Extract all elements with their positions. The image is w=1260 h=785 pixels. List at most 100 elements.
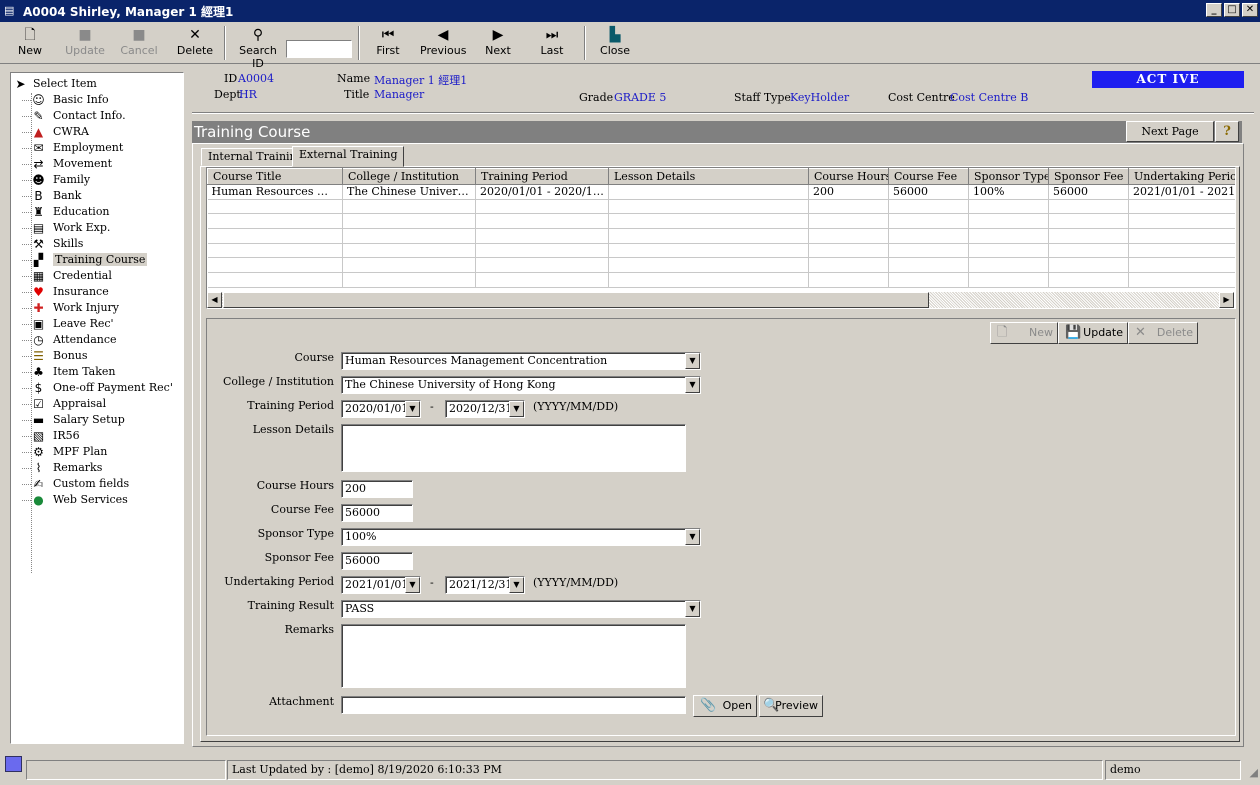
tree-item-insurance[interactable]: ♥ Insurance (11, 284, 183, 300)
next-page-button[interactable]: Next Page (1126, 121, 1214, 142)
tree-item-one-off-payment-rec[interactable]: $ One-off Payment Rec' (11, 380, 183, 396)
table-cell (475, 243, 609, 259)
chevron-down-icon[interactable]: ▼ (405, 401, 420, 417)
tree-item-salary-setup[interactable]: ▬ Salary Setup (11, 412, 183, 428)
tree-item-item-taken[interactable]: ♣ Item Taken (11, 364, 183, 380)
column-header[interactable]: Sponsor Fee (1048, 168, 1129, 185)
tree-item-credential[interactable]: ▦ Credential (11, 268, 183, 284)
cost-centre-label: Cost Centre (888, 91, 955, 104)
remarks-textarea[interactable] (341, 624, 686, 688)
training-from-date[interactable]: 2020/01/01 ▼ (341, 400, 421, 418)
search-id-button[interactable]: ⚲ Search ID (232, 26, 284, 70)
grid-horizontal-scrollbar[interactable]: ◀ ▶ (207, 292, 1234, 308)
chevron-down-icon[interactable]: ▼ (685, 601, 700, 617)
tree-item-family[interactable]: ☻ Family (11, 172, 183, 188)
tree-item-skills[interactable]: ⚒ Skills (11, 236, 183, 252)
tree-item-work-injury[interactable]: ✚ Work Injury (11, 300, 183, 316)
tree-root[interactable]: ➤ Select Item (11, 76, 183, 92)
sponsor-type-label: Sponsor Type (257, 527, 334, 540)
tree-item-remarks[interactable]: ⌇ Remarks (11, 460, 183, 476)
column-header[interactable]: Undertaking Period (1128, 168, 1235, 185)
column-header[interactable]: College / Institution (342, 168, 476, 185)
close-window-button[interactable]: ✕ (1242, 3, 1258, 17)
id-value: A0004 (238, 72, 274, 85)
sponsor-fee-input[interactable]: 56000 (341, 552, 413, 570)
course-fee-input[interactable]: 56000 (341, 504, 413, 522)
search-id-input[interactable] (286, 40, 352, 58)
column-header[interactable]: Course Title (207, 168, 343, 185)
tree-item-employment[interactable]: ✉ Employment (11, 140, 183, 156)
attachment-input[interactable] (341, 696, 686, 714)
previous-button[interactable]: ◀ Previous (420, 26, 467, 57)
close-button[interactable]: ▙ Close (600, 26, 630, 57)
chevron-down-icon[interactable]: ▼ (685, 353, 700, 369)
tree-item-bonus[interactable]: ☰ Bonus (11, 348, 183, 364)
chevron-down-icon[interactable]: ▼ (509, 401, 524, 417)
table-row[interactable] (207, 243, 1235, 259)
tree-item-basic-info[interactable]: ☺ Basic Info (11, 92, 183, 108)
sponsor-type-select[interactable]: 100% ▼ (341, 528, 701, 546)
column-header[interactable]: Course Hours (808, 168, 889, 185)
tree-item-movement[interactable]: ⇄ Movement (11, 156, 183, 172)
table-row[interactable] (207, 213, 1235, 230)
minimize-button[interactable]: _ (1206, 3, 1222, 17)
chevron-down-icon[interactable]: ▼ (685, 529, 700, 545)
tree-line (22, 420, 31, 421)
resize-grip-icon[interactable]: ◢ (1250, 766, 1258, 779)
column-header[interactable]: Training Period (475, 168, 609, 185)
table-row[interactable] (207, 257, 1235, 274)
maximize-button[interactable]: □ (1224, 3, 1240, 17)
chevron-down-icon[interactable]: ▼ (405, 577, 420, 593)
new-button[interactable]: 🗋 New (16, 26, 44, 57)
table-row[interactable] (207, 272, 1235, 288)
course-select[interactable]: Human Resources Management Concentration… (341, 352, 701, 370)
training-result-select[interactable]: PASS ▼ (341, 600, 701, 618)
undertaking-to-date[interactable]: 2021/12/31 ▼ (445, 576, 525, 594)
help-button[interactable]: ? (1215, 121, 1239, 142)
tree-item-mpf-plan[interactable]: ⚙ MPF Plan (11, 444, 183, 460)
delete-button[interactable]: ✕ Delete (176, 26, 214, 57)
tree-item-cwra[interactable]: ▲ CWRA (11, 124, 183, 140)
form-update-button[interactable]: 💾 Update (1058, 322, 1128, 344)
tree-item-bank[interactable]: B Bank (11, 188, 183, 204)
tree-item-web-services[interactable]: ● Web Services (11, 492, 183, 508)
tree-item-contact-info[interactable]: ✎ Contact Info. (11, 108, 183, 124)
open-attachment-button[interactable]: 📎 Open (693, 695, 757, 717)
tree-item-custom-fields[interactable]: ✍ Custom fields (11, 476, 183, 492)
lesson-details-textarea[interactable] (341, 424, 686, 472)
course-hours-input[interactable]: 200 (341, 480, 413, 498)
form-delete-button[interactable]: ✕ Delete (1128, 322, 1198, 344)
tree-item-attendance[interactable]: ◷ Attendance (11, 332, 183, 348)
chevron-down-icon[interactable]: ▼ (685, 377, 700, 393)
scrollbar-thumb[interactable] (223, 292, 929, 308)
scroll-left-icon[interactable]: ◀ (207, 292, 222, 308)
column-header[interactable]: Sponsor Type (968, 168, 1049, 185)
tree-item-education[interactable]: ♜ Education (11, 204, 183, 220)
table-cell (1128, 257, 1235, 274)
envelope-icon: ✉ (33, 141, 44, 155)
table-row[interactable]: Human Resources Mana...The Chinese Unive… (207, 184, 1235, 200)
first-button[interactable]: ⏮ First (374, 26, 402, 57)
scroll-right-icon[interactable]: ▶ (1219, 292, 1234, 308)
tree-item-appraisal[interactable]: ☑ Appraisal (11, 396, 183, 412)
tree-item-ir56[interactable]: ▧ IR56 (11, 428, 183, 444)
training-to-date[interactable]: 2020/12/31 ▼ (445, 400, 525, 418)
undertaking-from-date[interactable]: 2021/01/01 ▼ (341, 576, 421, 594)
column-header[interactable]: Course Fee (888, 168, 969, 185)
tree-item-work-exp[interactable]: ▤ Work Exp. (11, 220, 183, 236)
next-button[interactable]: ▶ Next (484, 26, 512, 57)
tree-item-training-course[interactable]: ▞ Training Course (11, 252, 183, 268)
cancel-button[interactable]: ■ Cancel (120, 26, 158, 57)
form-new-button[interactable]: 🗋 New (990, 322, 1058, 344)
chevron-down-icon[interactable]: ▼ (509, 577, 524, 593)
table-row[interactable] (207, 228, 1235, 244)
last-button[interactable]: ⏭ Last (540, 26, 564, 57)
tree-item-leave-rec[interactable]: ▣ Leave Rec' (11, 316, 183, 332)
column-header[interactable]: Lesson Details (608, 168, 809, 185)
table-row[interactable] (207, 199, 1235, 215)
college-select[interactable]: The Chinese University of Hong Kong ▼ (341, 376, 701, 394)
preview-attachment-button[interactable]: 🔍 Preview (759, 695, 823, 717)
training-grid[interactable]: Course Title College / Institution Trainin… (206, 167, 1236, 309)
tab-external-training[interactable]: External Training (292, 146, 405, 167)
update-button[interactable]: ■ Update (64, 26, 106, 57)
